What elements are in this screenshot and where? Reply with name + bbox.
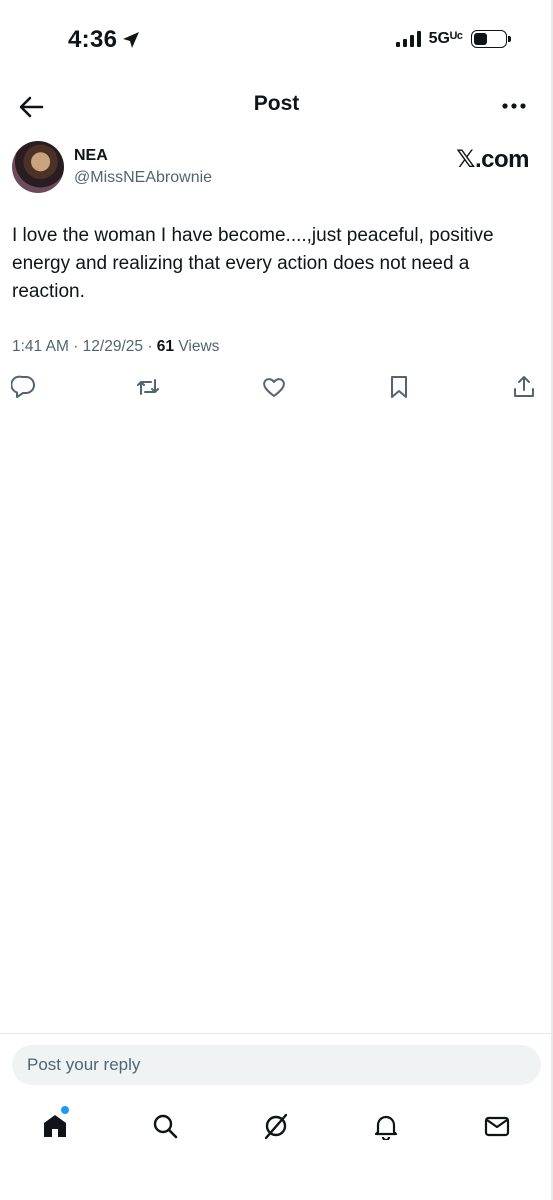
more-options-button[interactable] bbox=[501, 96, 527, 116]
reply-placeholder: Post your reply bbox=[27, 1055, 141, 1074]
share-button[interactable] bbox=[511, 374, 541, 404]
battery-icon bbox=[471, 30, 511, 48]
messages-icon bbox=[484, 1116, 510, 1137]
status-time: 4:36 bbox=[68, 26, 141, 54]
author-name[interactable]: NEA bbox=[74, 147, 108, 165]
meta-separator: · bbox=[147, 338, 157, 355]
reply-input[interactable]: Post your reply bbox=[12, 1045, 541, 1085]
share-icon bbox=[514, 376, 534, 397]
post-detail-screen: 4:36 5Gᵁᶜ Post NEA @MissNEAbrownie 𝕏.com… bbox=[0, 0, 553, 1200]
repost-button[interactable] bbox=[135, 374, 165, 404]
post-time: 1:41 AM bbox=[12, 338, 69, 355]
like-button[interactable] bbox=[261, 374, 291, 404]
tab-home[interactable] bbox=[41, 1106, 71, 1142]
status-bar: 4:36 5Gᵁᶜ bbox=[0, 0, 553, 80]
bottom-tab-bar bbox=[0, 1100, 553, 1160]
post-date: 12/29/25 bbox=[82, 338, 143, 355]
home-icon bbox=[44, 1115, 66, 1137]
tab-grok[interactable] bbox=[262, 1112, 292, 1142]
notifications-icon bbox=[374, 1115, 398, 1142]
post-meta: 1:41 AM · 12/29/25 · 61 Views bbox=[12, 338, 219, 356]
grok-icon bbox=[264, 1113, 288, 1140]
new-content-dot bbox=[61, 1106, 69, 1114]
page-title: Post bbox=[253, 92, 300, 115]
reply-divider bbox=[0, 1033, 553, 1034]
tab-messages[interactable] bbox=[483, 1112, 513, 1142]
bookmark-button[interactable] bbox=[386, 374, 416, 404]
author-handle[interactable]: @MissNEAbrownie bbox=[74, 169, 212, 187]
reply-button[interactable] bbox=[10, 374, 41, 404]
tab-notifications[interactable] bbox=[372, 1112, 402, 1142]
search-icon bbox=[153, 1114, 178, 1139]
more-icon bbox=[502, 103, 526, 109]
post-text: I love the woman I have become....,just … bbox=[12, 225, 494, 302]
reply-icon bbox=[10, 375, 35, 398]
nav-header: Post bbox=[0, 80, 553, 132]
bookmark-icon bbox=[391, 376, 407, 398]
views-label: Views bbox=[178, 338, 220, 355]
clock-text: 4:36 bbox=[68, 26, 118, 53]
xcom-watermark: 𝕏.com bbox=[456, 146, 529, 173]
like-icon bbox=[263, 378, 285, 397]
action-bar bbox=[0, 374, 553, 404]
network-label: 5Gᵁᶜ bbox=[428, 30, 463, 47]
meta-separator: · bbox=[73, 338, 83, 355]
tab-search[interactable] bbox=[151, 1112, 181, 1142]
repost-icon bbox=[137, 379, 159, 395]
status-indicators: 5Gᵁᶜ bbox=[395, 30, 511, 48]
avatar[interactable] bbox=[12, 141, 64, 193]
views-count[interactable]: 61 bbox=[157, 338, 174, 355]
location-arrow-icon bbox=[123, 32, 140, 48]
signal-icon bbox=[395, 31, 421, 47]
